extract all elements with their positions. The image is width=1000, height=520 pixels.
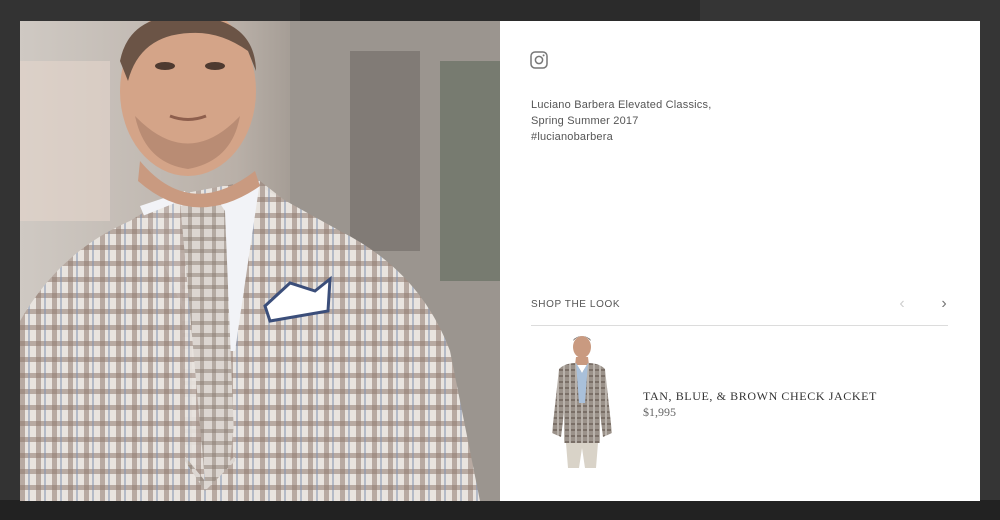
caption-line: Spring Summer 2017	[531, 115, 639, 127]
instagram-icon[interactable]	[530, 51, 548, 69]
product-price: $1,995	[643, 405, 676, 419]
post-detail-panel: Luciano Barbera Elevated Classics, Sprin…	[500, 21, 980, 501]
post-caption: Luciano Barbera Elevated Classics, Sprin…	[531, 97, 711, 145]
background-strip	[0, 500, 1000, 520]
divider	[531, 325, 948, 326]
lookbook-modal: Luciano Barbera Elevated Classics, Sprin…	[20, 21, 980, 501]
shop-the-look-heading: SHOP THE LOOK	[531, 299, 621, 310]
product-name[interactable]: TAN, BLUE, & BROWN CHECK JACKET	[643, 389, 877, 404]
chevron-right-icon[interactable]: ›	[937, 296, 951, 312]
post-photo	[20, 21, 500, 501]
caption-hashtag[interactable]: #lucianobarbera	[531, 129, 711, 145]
caption-line: Luciano Barbera Elevated Classics,	[531, 99, 712, 111]
product-image[interactable]	[545, 333, 620, 473]
chevron-left-icon[interactable]: ‹	[895, 296, 909, 312]
